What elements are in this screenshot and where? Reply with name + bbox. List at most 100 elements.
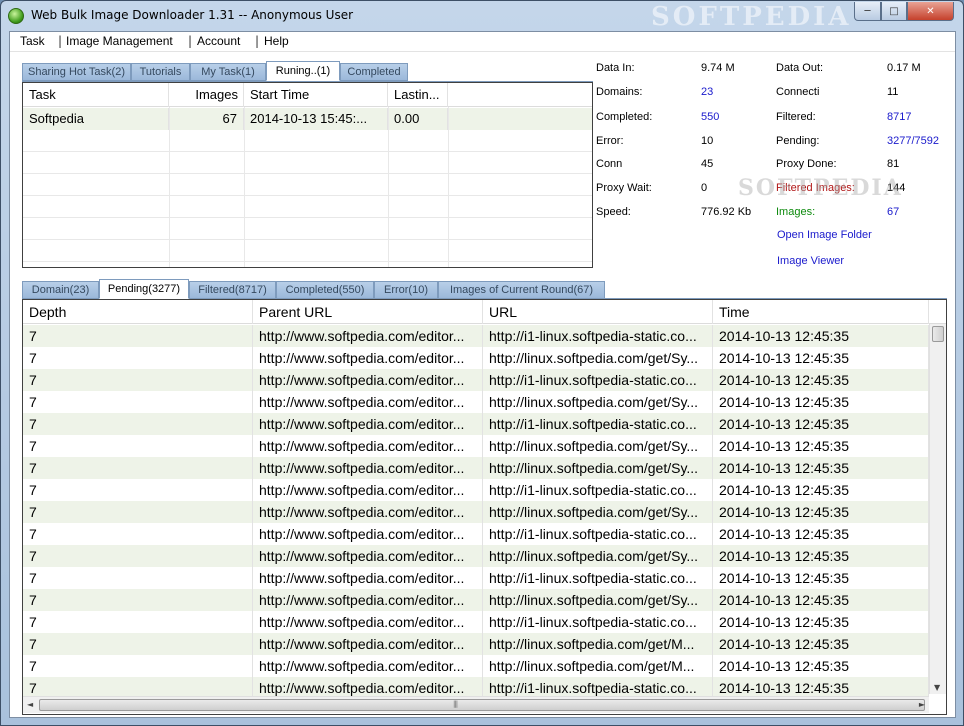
- maximize-button[interactable]: □: [881, 2, 907, 21]
- pending-row[interactable]: 7 http://www.softpedia.com/editor... http:…: [23, 435, 929, 457]
- stat-label-proxy-wait: Proxy Wait:: [596, 182, 652, 194]
- tab-sharing-hot-task[interactable]: Sharing Hot Task(2): [22, 63, 131, 81]
- pending-row[interactable]: 7 http://www.softpedia.com/editor... http:…: [23, 457, 929, 479]
- softpedia-watermark: SOFTPEDIA: [738, 175, 903, 201]
- stat-value-data-out: 0.17 M: [887, 62, 921, 74]
- minimize-icon: ─: [864, 5, 871, 17]
- tab-domain[interactable]: Domain(23): [22, 281, 99, 299]
- pending-row[interactable]: 7 http://www.softpedia.com/editor... http:…: [23, 413, 929, 435]
- empty-row: [23, 196, 592, 218]
- stat-label-speed: Speed:: [596, 206, 631, 218]
- time-cell: 2014-10-13 12:45:35: [713, 435, 929, 457]
- parent-url-cell: http://www.softpedia.com/editor...: [253, 325, 483, 347]
- time-cell: 2014-10-13 12:45:35: [713, 391, 929, 413]
- time-cell: 2014-10-13 12:45:35: [713, 633, 929, 655]
- url-cell: http://linux.softpedia.com/get/M...: [483, 655, 713, 677]
- column-header-time[interactable]: Time: [713, 300, 929, 324]
- menu-account[interactable]: Account: [197, 34, 240, 48]
- empty-row: [23, 218, 592, 240]
- parent-url-cell: http://www.softpedia.com/editor...: [253, 545, 483, 567]
- depth-cell: 7: [23, 545, 253, 567]
- column-header-depth[interactable]: Depth: [23, 300, 253, 324]
- column-header-parent-url[interactable]: Parent URL: [253, 300, 483, 324]
- tab-completed-urls[interactable]: Completed(550): [276, 281, 374, 299]
- stat-value-proxy-wait: 0: [701, 182, 708, 194]
- stat-label-filtered: Filtered:: [776, 111, 816, 123]
- column-header-start-time[interactable]: Start Time: [244, 83, 388, 107]
- image-viewer-link[interactable]: Image Viewer: [777, 255, 844, 267]
- grid-line: [169, 107, 170, 267]
- tab-running[interactable]: Runing..(1): [266, 61, 340, 81]
- tab-my-task[interactable]: My Task(1): [190, 63, 266, 81]
- tab-images-current-round[interactable]: Images of Current Round(67): [438, 281, 605, 299]
- parent-url-cell: http://www.softpedia.com/editor...: [253, 501, 483, 523]
- pending-row[interactable]: 7 http://www.softpedia.com/editor... http:…: [23, 501, 929, 523]
- task-row[interactable]: Softpedia 67 2014-10-13 15:45:... 0.00: [23, 108, 592, 130]
- pending-row[interactable]: 7 http://www.softpedia.com/editor... http:…: [23, 633, 929, 655]
- depth-cell: 7: [23, 347, 253, 369]
- stat-value-error: 10: [701, 135, 714, 147]
- task-name-cell: Softpedia: [23, 108, 169, 130]
- depth-cell: 7: [23, 457, 253, 479]
- title-bar[interactable]: Web Bulk Image Downloader 1.31 -- Anonym…: [1, 1, 963, 32]
- parent-url-cell: http://www.softpedia.com/editor...: [253, 523, 483, 545]
- url-cell: http://linux.softpedia.com/get/Sy...: [483, 501, 713, 523]
- pending-row[interactable]: 7 http://www.softpedia.com/editor... http:…: [23, 589, 929, 611]
- menu-image-management[interactable]: Image Management: [66, 34, 173, 48]
- column-header-task[interactable]: Task: [23, 83, 169, 107]
- open-image-folder-link[interactable]: Open Image Folder: [777, 229, 872, 241]
- pending-row[interactable]: 7 http://www.softpedia.com/editor... http:…: [23, 545, 929, 567]
- scroll-down-icon[interactable]: ▼: [934, 683, 940, 692]
- pending-row[interactable]: 7 http://www.softpedia.com/editor... http:…: [23, 655, 929, 677]
- url-cell: http://linux.softpedia.com/get/M...: [483, 633, 713, 655]
- column-header-images[interactable]: Images: [169, 83, 244, 107]
- tab-pending[interactable]: Pending(3277): [99, 279, 189, 299]
- minimize-button[interactable]: ─: [854, 2, 881, 21]
- vertical-scroll-thumb[interactable]: [932, 326, 944, 342]
- stat-value-connections: 11: [887, 86, 899, 98]
- scroll-grip-icon: |||: [453, 700, 458, 708]
- pending-row[interactable]: 7 http://www.softpedia.com/editor... http:…: [23, 611, 929, 633]
- tab-filtered[interactable]: Filtered(8717): [189, 281, 276, 299]
- pending-row[interactable]: 7 http://www.softpedia.com/editor... http:…: [23, 325, 929, 347]
- empty-row: [23, 130, 592, 152]
- menu-help[interactable]: Help: [264, 34, 289, 48]
- menu-separator: |: [188, 34, 193, 48]
- stat-value-domains: 23: [701, 86, 714, 98]
- depth-cell: 7: [23, 633, 253, 655]
- column-header-lasting[interactable]: Lastin...: [388, 83, 448, 107]
- task-table-header: Task Images Start Time Lastin...: [23, 83, 592, 107]
- url-cell: http://linux.softpedia.com/get/Sy...: [483, 457, 713, 479]
- menu-task[interactable]: Task: [20, 34, 45, 48]
- pending-row[interactable]: 7 http://www.softpedia.com/editor... http:…: [23, 479, 929, 501]
- column-header-url[interactable]: URL: [483, 300, 713, 324]
- pending-row[interactable]: 7 http://www.softpedia.com/editor... http:…: [23, 347, 929, 369]
- url-cell: http://i1-linux.softpedia-static.co...: [483, 611, 713, 633]
- horizontal-scrollbar[interactable]: ◄ ||| ►: [23, 696, 929, 713]
- tab-tutorials[interactable]: Tutorials: [131, 63, 190, 81]
- time-cell: 2014-10-13 12:45:35: [713, 347, 929, 369]
- tab-error[interactable]: Error(10): [374, 281, 438, 299]
- scroll-left-icon[interactable]: ◄: [27, 700, 33, 709]
- time-cell: 2014-10-13 12:45:35: [713, 479, 929, 501]
- tab-completed[interactable]: Completed: [340, 63, 408, 81]
- stat-value-conn: 45: [701, 158, 714, 170]
- close-button[interactable]: ✕: [907, 2, 954, 21]
- pending-row[interactable]: 7 http://www.softpedia.com/editor... http:…: [23, 523, 929, 545]
- vertical-scrollbar[interactable]: ▼: [929, 324, 946, 694]
- pending-row[interactable]: 7 http://www.softpedia.com/editor... http:…: [23, 567, 929, 589]
- grid-line: [244, 107, 245, 267]
- url-cell: http://i1-linux.softpedia-static.co...: [483, 413, 713, 435]
- url-cell: http://linux.softpedia.com/get/Sy...: [483, 545, 713, 567]
- app-icon[interactable]: [8, 8, 24, 24]
- grid-line: [388, 107, 389, 267]
- url-cell: http://i1-linux.softpedia-static.co...: [483, 523, 713, 545]
- parent-url-cell: http://www.softpedia.com/editor...: [253, 413, 483, 435]
- stat-value-filtered: 8717: [887, 111, 912, 123]
- horizontal-scroll-thumb[interactable]: [39, 699, 925, 711]
- pending-row[interactable]: 7 http://www.softpedia.com/editor... http:…: [23, 391, 929, 413]
- parent-url-cell: http://www.softpedia.com/editor...: [253, 633, 483, 655]
- pending-row[interactable]: 7 http://www.softpedia.com/editor... http:…: [23, 369, 929, 391]
- task-lasting-cell: 0.00: [388, 108, 448, 130]
- scroll-right-icon[interactable]: ►: [919, 700, 925, 709]
